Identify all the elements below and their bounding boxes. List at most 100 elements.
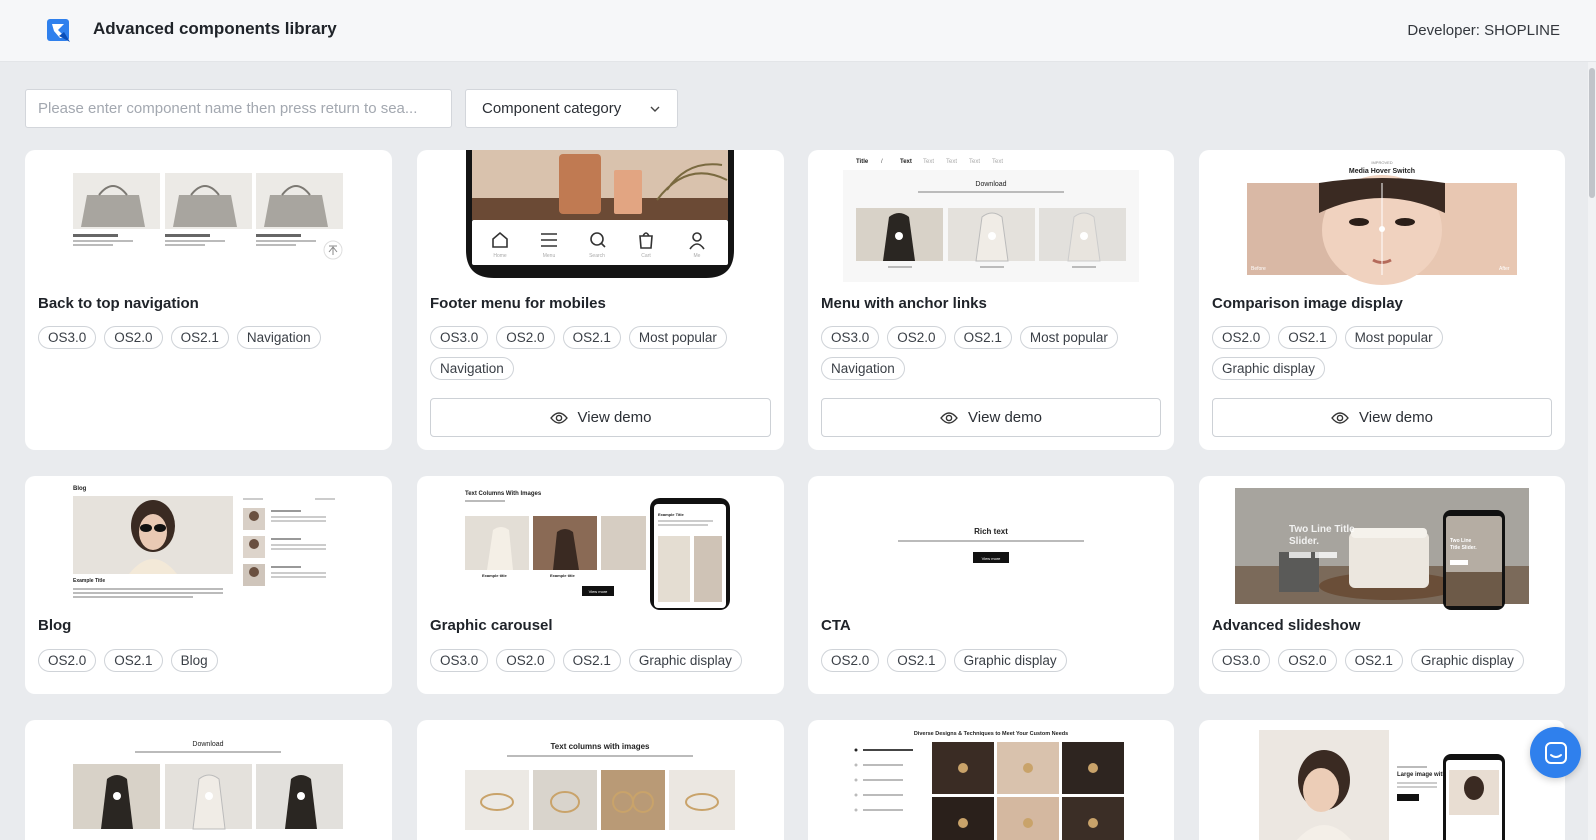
tag[interactable]: Navigation: [821, 357, 905, 380]
preview-image: Blog Example Title: [73, 486, 335, 598]
tag[interactable]: Most popular: [1344, 326, 1443, 349]
card-title: Advanced slideshow: [1212, 617, 1361, 634]
svg-text:Search: Search: [589, 253, 605, 259]
view-demo-button[interactable]: View demo: [1212, 398, 1552, 437]
svg-text:Download: Download: [975, 181, 1006, 188]
tag[interactable]: Graphic display: [953, 649, 1067, 672]
svg-text:Title: Title: [856, 159, 869, 165]
tag[interactable]: OS2.0: [496, 326, 555, 349]
component-card[interactable]: Home Menu Search Cart Me Footer menu for mob…: [417, 150, 784, 450]
category-label: Component category: [482, 100, 622, 117]
svg-text:Example Title: Example Title: [73, 578, 105, 584]
svg-text:Text: Text: [992, 159, 1003, 165]
tag[interactable]: OS2.1: [562, 326, 621, 349]
tag[interactable]: OS2.0: [496, 649, 555, 672]
card-tags: OS2.0 OS2.1 Graphic display: [821, 649, 1164, 672]
footer-icon-label: Home: [493, 253, 507, 259]
component-card[interactable]: Title / Text Text Text Text Text Download M…: [808, 150, 1174, 450]
tag[interactable]: Navigation: [430, 357, 514, 380]
tag[interactable]: OS2.1: [104, 649, 163, 672]
component-category-select[interactable]: Component category: [465, 89, 678, 128]
svg-text:Example Title: Example Title: [658, 512, 684, 517]
svg-text:Media Hover Switch: Media Hover Switch: [1349, 168, 1415, 175]
card-tags: OS3.0 OS2.0 OS2.1 Most popular Navigatio…: [430, 326, 774, 380]
component-card[interactable]: Rich text View more CTA OS2.0 OS2.1 Grap…: [808, 476, 1174, 694]
tag[interactable]: OS2.1: [562, 649, 621, 672]
svg-text:View more: View more: [589, 589, 609, 594]
component-card[interactable]: Large image with te: [1199, 720, 1565, 840]
search-input[interactable]: [26, 90, 451, 127]
svg-text:Title Slider.: Title Slider.: [1450, 545, 1477, 551]
tag[interactable]: Blog: [170, 649, 218, 672]
page-scrollbar[interactable]: [1588, 62, 1596, 840]
svg-text:Two Line: Two Line: [1450, 538, 1472, 544]
tag[interactable]: OS2.0: [1212, 326, 1271, 349]
svg-text:Text Columns With Images: Text Columns With Images: [465, 491, 542, 497]
component-card[interactable]: IMPROVED Media Hover Switch Before After…: [1199, 150, 1565, 450]
tag[interactable]: OS3.0: [1212, 649, 1271, 672]
card-title: Back to top navigation: [38, 295, 199, 312]
tag[interactable]: Graphic display: [628, 649, 742, 672]
tag[interactable]: OS2.0: [887, 326, 946, 349]
svg-text:Slider.: Slider.: [1289, 536, 1319, 547]
tag[interactable]: OS3.0: [38, 326, 97, 349]
tag[interactable]: Graphic display: [1410, 649, 1524, 672]
scrollbar-thumb[interactable]: [1589, 68, 1595, 198]
preview-image: Text Columns With Images Example title Ex…: [465, 491, 730, 610]
svg-text:Menu: Menu: [543, 253, 556, 259]
search-field[interactable]: [25, 89, 452, 128]
component-card[interactable]: Text columns with images: [417, 720, 784, 840]
view-demo-button[interactable]: View demo: [821, 398, 1161, 437]
component-card[interactable]: Back to top navigation OS3.0 OS2.0 OS2.1…: [25, 150, 392, 450]
eye-icon: [940, 411, 958, 424]
tag[interactable]: OS2.1: [953, 326, 1012, 349]
tag[interactable]: OS2.0: [104, 326, 163, 349]
view-demo-button[interactable]: View demo: [430, 398, 771, 437]
view-demo-label: View demo: [577, 409, 652, 426]
chat-support-button[interactable]: [1530, 727, 1581, 778]
tag[interactable]: Graphic display: [1212, 357, 1326, 380]
component-card[interactable]: Download: [25, 720, 392, 840]
tag[interactable]: OS2.1: [170, 326, 229, 349]
tag[interactable]: Navigation: [236, 326, 321, 349]
svg-text:Before: Before: [1251, 266, 1266, 272]
tag[interactable]: OS2.0: [821, 649, 880, 672]
tag[interactable]: OS2.0: [38, 649, 97, 672]
card-tags: OS3.0 OS2.0 OS2.1 Graphic display: [1212, 649, 1555, 672]
tag[interactable]: OS3.0: [430, 326, 489, 349]
component-card[interactable]: Text Columns With Images Example title Ex…: [417, 476, 784, 694]
svg-text:Text: Text: [969, 159, 980, 165]
tag[interactable]: OS2.1: [1278, 326, 1337, 349]
tag[interactable]: OS3.0: [821, 326, 880, 349]
tag[interactable]: OS2.1: [1344, 649, 1403, 672]
preview-image: Rich text View more: [898, 527, 1084, 563]
card-title: CTA: [821, 617, 851, 634]
tag[interactable]: Most popular: [628, 326, 727, 349]
svg-text:Me: Me: [694, 253, 701, 259]
app-logo-icon: [47, 19, 70, 42]
tag[interactable]: OS3.0: [430, 649, 489, 672]
card-tags: OS3.0 OS2.0 OS2.1 Graphic display: [430, 649, 774, 672]
tag[interactable]: Most popular: [1019, 326, 1118, 349]
svg-text:After: After: [1499, 266, 1510, 272]
preview-image: [73, 173, 343, 260]
svg-text:Text: Text: [900, 159, 912, 165]
chevron-down-icon: [650, 106, 660, 112]
component-card[interactable]: Diverse Designs & Techniques to Meet You…: [808, 720, 1174, 840]
svg-text:Blog: Blog: [73, 486, 87, 492]
preview-image: Download: [73, 741, 343, 830]
card-title: Blog: [38, 617, 72, 634]
tag[interactable]: OS2.0: [1278, 649, 1337, 672]
app-title: Advanced components library: [93, 19, 337, 38]
component-card[interactable]: Two Line Title Slider. Two Line Title Sl…: [1199, 476, 1565, 694]
card-preview: Blog Example Title: [25, 476, 392, 611]
preview-image: Home Menu Search Cart Me: [466, 150, 734, 278]
component-card[interactable]: Blog Example Title Blog OS2.0 OS2.1 Blog: [25, 476, 392, 694]
tag[interactable]: OS2.1: [887, 649, 946, 672]
card-preview: Rich text View more: [808, 476, 1174, 611]
card-tags: OS2.0 OS2.1 Blog: [38, 649, 382, 672]
card-preview: Two Line Title Slider. Two Line Title Sl…: [1199, 476, 1565, 611]
card-preview: [25, 150, 392, 285]
svg-text:Diverse Designs & Techniques t: Diverse Designs & Techniques to Meet You…: [914, 731, 1068, 737]
card-title: Footer menu for mobiles: [430, 295, 606, 312]
